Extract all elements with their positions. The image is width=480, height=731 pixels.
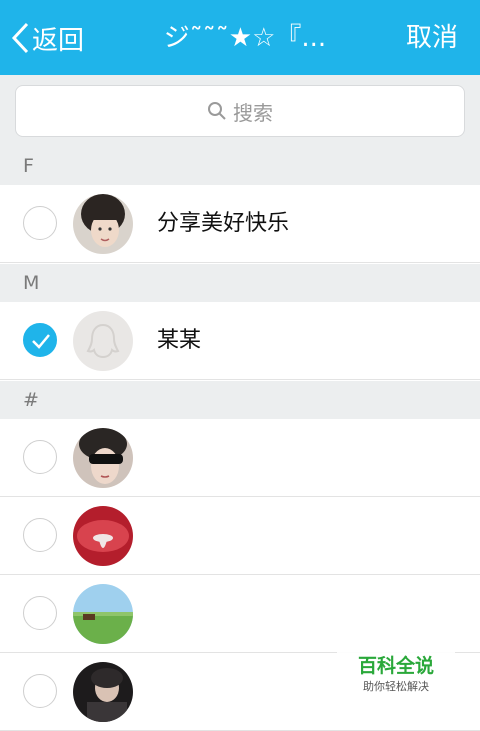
default-avatar xyxy=(73,311,133,371)
checkmark-icon xyxy=(32,334,50,349)
avatar xyxy=(73,194,133,254)
contact-row[interactable]: 某某 xyxy=(0,302,480,380)
checkbox[interactable] xyxy=(23,440,57,474)
contact-name: 分享美好快乐 xyxy=(157,211,290,236)
avatar xyxy=(73,428,133,488)
section-header-f: F xyxy=(0,147,480,185)
contact-row[interactable] xyxy=(0,497,480,575)
contact-row[interactable] xyxy=(0,419,480,497)
section-header-m: M xyxy=(0,264,480,302)
search-icon xyxy=(208,102,226,120)
search-placeholder: 搜索 xyxy=(233,100,273,125)
search-area: 搜索 xyxy=(0,75,480,147)
contact-row[interactable] xyxy=(0,575,480,653)
checkbox[interactable] xyxy=(23,518,57,552)
page-title: ジ˜˜˜★☆『... xyxy=(163,23,327,53)
avatar xyxy=(73,584,133,644)
cancel-button[interactable]: 取消 xyxy=(406,18,458,58)
back-label: 返回 xyxy=(32,25,85,56)
contact-name: 某某 xyxy=(157,328,202,353)
checkbox[interactable] xyxy=(23,206,57,240)
contact-row[interactable]: 分享美好快乐 xyxy=(0,185,480,263)
checkbox[interactable] xyxy=(23,674,57,708)
search-input[interactable]: 搜索 xyxy=(15,85,465,137)
checkbox-checked[interactable] xyxy=(23,323,57,357)
checkbox[interactable] xyxy=(23,596,57,630)
avatar xyxy=(73,506,133,566)
section-header-hash: # xyxy=(0,381,480,419)
watermark-logo: 百科全说 助你轻松解决 xyxy=(337,648,455,702)
back-button[interactable]: 返回 xyxy=(10,18,84,58)
chevron-left-icon xyxy=(11,22,29,54)
top-navigation-bar: 返回 ジ˜˜˜★☆『... 取消 xyxy=(0,0,480,75)
avatar xyxy=(73,662,133,722)
